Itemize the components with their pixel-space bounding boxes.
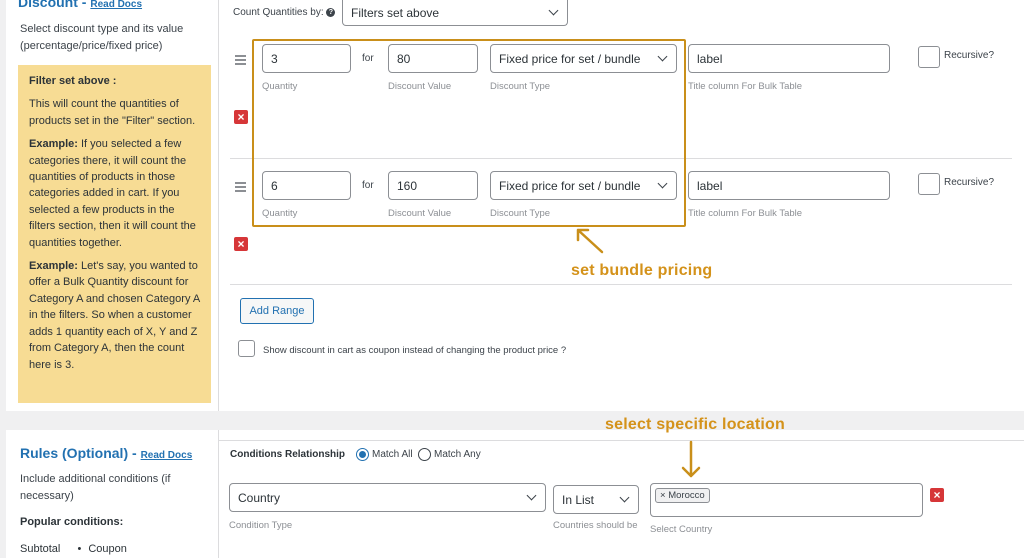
bundle-highlight-box (252, 39, 686, 227)
note-heading: Filter set above : (29, 75, 117, 87)
filter-info-note: Filter set above : This will count the q… (18, 65, 211, 403)
conditions-relationship-label: Conditions Relationship (230, 449, 345, 460)
column-divider (218, 0, 219, 411)
note-example-1: Example: If you selected a few categorie… (29, 138, 196, 249)
recursive-label: Recursive? (944, 50, 995, 61)
tag-remove-button[interactable]: × (660, 490, 666, 501)
annotation-arrow-icon (681, 440, 701, 478)
condition-type-sublabel: Condition Type (229, 520, 293, 531)
discount-heading: Discount - Read Docs (18, 0, 142, 12)
country-tag: × Morocco (655, 488, 710, 503)
remove-condition-button[interactable]: × (930, 488, 944, 502)
count-quantities-label: Count Quantities by: ? (233, 7, 336, 18)
chevron-down-icon (548, 5, 559, 16)
bulk-table-title-input[interactable]: label (688, 44, 890, 73)
title-sublabel: Title column For Bulk Table (688, 81, 803, 92)
match-all-radio[interactable] (356, 448, 369, 461)
range-divider (230, 284, 1012, 285)
condition-operator-sublabel: Countries should be (553, 520, 638, 531)
discount-description: Select discount type and its value (perc… (20, 23, 184, 52)
rules-description: Include additional conditions (if necess… (20, 473, 171, 502)
popular-condition-item: Coupon (88, 543, 127, 555)
recursive-label: Recursive? (944, 177, 995, 188)
discount-read-docs-link[interactable]: Read Docs (90, 0, 142, 10)
rules-read-docs-link[interactable]: Read Docs (141, 450, 193, 461)
title-sublabel: Title column For Bulk Table (688, 208, 803, 219)
recursive-checkbox[interactable] (918, 173, 940, 195)
condition-type-select[interactable]: Country (229, 483, 546, 512)
condition-operator-select[interactable]: In List (553, 485, 639, 514)
count-quantities-select[interactable]: Filters set above (342, 0, 568, 26)
popular-conditions-heading: Popular conditions: (20, 516, 124, 528)
add-range-button[interactable]: Add Range (240, 298, 314, 324)
country-sublabel: Select Country (650, 524, 713, 535)
bulk-table-title-input[interactable]: label (688, 171, 890, 200)
drag-handle-icon[interactable] (235, 55, 246, 67)
column-divider (218, 430, 219, 558)
chevron-down-icon (619, 492, 630, 503)
popular-condition-item: Subtotal (20, 543, 61, 555)
rules-heading: Rules (Optional) - Read Docs (20, 445, 193, 461)
match-any-radio[interactable] (418, 448, 431, 461)
question-circle-icon: ? (326, 7, 336, 17)
popular-conditions-list: Subtotal • Coupon (20, 543, 127, 555)
drag-handle-icon[interactable] (235, 182, 246, 194)
match-any-label: Match Any (434, 449, 481, 460)
note-paragraph: This will count the quantities of produc… (29, 98, 196, 127)
rules-title: Rules (Optional) (20, 445, 129, 461)
rules-top-border (219, 440, 1024, 441)
coupon-option-label: Show discount in cart as coupon instead … (263, 345, 567, 356)
note-example-2: Example: Let's say, you wanted to offer … (29, 260, 200, 371)
recursive-checkbox[interactable] (918, 46, 940, 68)
discount-title: Discount (18, 0, 78, 10)
country-multiselect[interactable]: × Morocco (650, 483, 923, 517)
remove-range-button[interactable]: × (234, 110, 248, 124)
bundle-annotation-label: set bundle pricing (571, 262, 713, 279)
chevron-down-icon (526, 490, 537, 501)
remove-range-button[interactable]: × (234, 237, 248, 251)
location-annotation-label: select specific location (605, 416, 785, 433)
coupon-option-checkbox[interactable] (238, 340, 255, 357)
annotation-arrow-icon (576, 228, 604, 254)
match-all-label: Match All (372, 449, 413, 460)
